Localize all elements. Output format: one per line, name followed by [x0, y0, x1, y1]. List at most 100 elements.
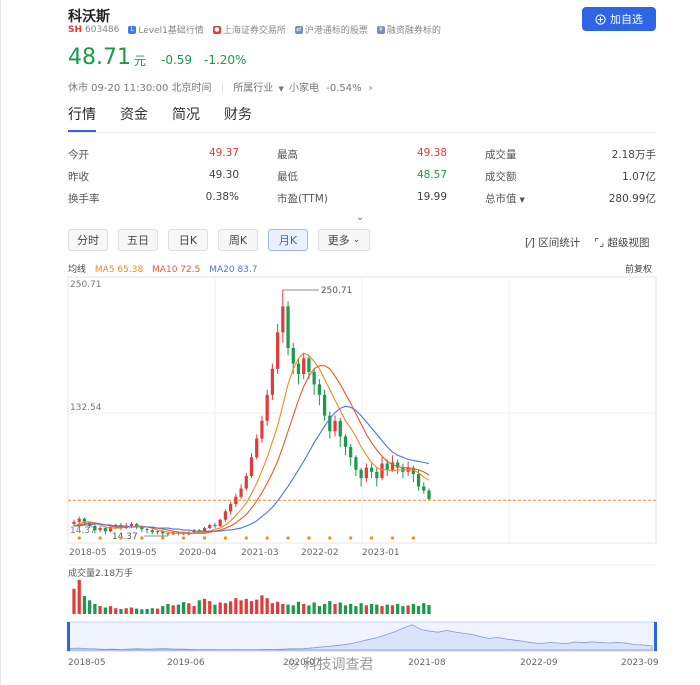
candle-body [166, 533, 170, 535]
event-dot [390, 536, 395, 540]
candle-body [296, 363, 301, 375]
volume-bar [88, 600, 92, 614]
volume-bar [197, 600, 201, 614]
volume-bar [82, 596, 87, 614]
max-marker-label: 250.71 [321, 286, 353, 296]
x-tick-label: 2023-01 [362, 548, 400, 558]
candle-body [249, 457, 254, 477]
ma10-line [73, 365, 430, 534]
volume-bar [312, 602, 316, 614]
volume-bar [375, 604, 379, 614]
volume-bar [176, 604, 181, 614]
candle-body [98, 528, 102, 531]
volume-bar [218, 602, 222, 614]
navigator-tick-label: 2019-06 [167, 658, 205, 668]
volume-bar [108, 606, 113, 614]
volume-bar [328, 601, 332, 614]
event-dot [140, 536, 144, 540]
event-dot [119, 536, 123, 540]
stock-quote-page: 科沃斯 SH 603486 L Level1基础行情 ● 上海证券交易所 ⇄ 沪港通标… [0, 0, 700, 685]
volume-bar [114, 608, 118, 614]
volume-bar [171, 605, 175, 614]
candle-body [103, 528, 107, 532]
event-dot [411, 536, 415, 540]
candle-body [213, 524, 217, 526]
candle-body [218, 519, 222, 526]
volume-bar [296, 601, 301, 614]
volume-bar [213, 604, 217, 614]
y-tick-label: 250.71 [70, 280, 102, 290]
x-tick-label: 2018-05 [69, 548, 107, 558]
volume-bar [145, 608, 149, 614]
event-dot [244, 536, 248, 540]
volume-bar [234, 598, 238, 614]
x-tick-label: 2022-02 [301, 548, 339, 558]
candle-body [255, 438, 259, 458]
candle-body [265, 394, 269, 421]
x-tick-label: 2021-03 [241, 548, 279, 558]
candle-body [343, 436, 348, 447]
volume-bar [166, 603, 170, 614]
volume-bar [411, 603, 415, 614]
candle-body [385, 463, 389, 470]
event-dot [98, 536, 102, 540]
ma5-line [73, 352, 430, 534]
volume-bar [208, 601, 212, 614]
event-dot [202, 536, 207, 540]
volume-bar [380, 606, 384, 614]
candle-body [155, 531, 160, 533]
event-dot [349, 536, 353, 540]
candle-body [286, 306, 290, 348]
volume-bar [103, 607, 107, 614]
volume-bar [192, 606, 196, 614]
event-dot [307, 536, 311, 540]
candle-body [369, 467, 374, 472]
weibo-logo-icon: ◎ [288, 657, 299, 671]
volume-bar [307, 605, 311, 614]
volume-bar [333, 603, 337, 614]
candle-body [228, 504, 233, 512]
candle-body [77, 518, 81, 522]
volume-bar [150, 608, 154, 614]
navigator-tick-label: 2022-09 [520, 658, 558, 668]
candle-body [359, 469, 363, 479]
y-tick-label: 132.54 [70, 403, 102, 413]
event-dot [369, 536, 374, 540]
candle-body [223, 511, 228, 520]
volume-bar [255, 599, 259, 614]
navigator-tick-label: 2023-09 [621, 658, 659, 668]
navigator-tick-label: 2018-05 [68, 658, 106, 668]
event-dot [223, 536, 227, 540]
volume-bar [223, 603, 228, 614]
navigator-handle-left [67, 622, 70, 651]
candle-body [291, 347, 295, 364]
x-tick-label: 2019-05 [119, 548, 157, 558]
candle-body [150, 530, 154, 533]
x-tick-label: 2020-04 [179, 548, 217, 558]
volume-bar [182, 602, 186, 614]
event-dot [182, 536, 186, 540]
candle-body [244, 476, 248, 489]
volume-bar [244, 598, 248, 614]
event-dot [328, 536, 332, 540]
volume-bar [249, 601, 254, 614]
volume-bar [260, 595, 264, 614]
candle-body [375, 471, 379, 479]
kline-chart[interactable]: 250.71 132.54 14.37 250.71 14.37 2018-05 2019-… [1, 0, 700, 685]
volume-bar [72, 588, 76, 614]
volume-bar [270, 603, 275, 614]
event-dot [265, 536, 269, 540]
volume-bar [349, 603, 353, 614]
volume-bar [98, 606, 102, 614]
candle-body [307, 358, 311, 372]
event-dot [77, 536, 81, 540]
navigator-handle-right [654, 622, 657, 651]
candle-body [234, 496, 238, 505]
candle-body [145, 529, 149, 531]
volume-bar [406, 605, 410, 614]
candle-body [349, 446, 353, 458]
candle-body [364, 467, 368, 479]
candle-body [416, 473, 421, 487]
volume-bar [119, 608, 123, 614]
min-marker-label: 14.37 [112, 532, 138, 542]
